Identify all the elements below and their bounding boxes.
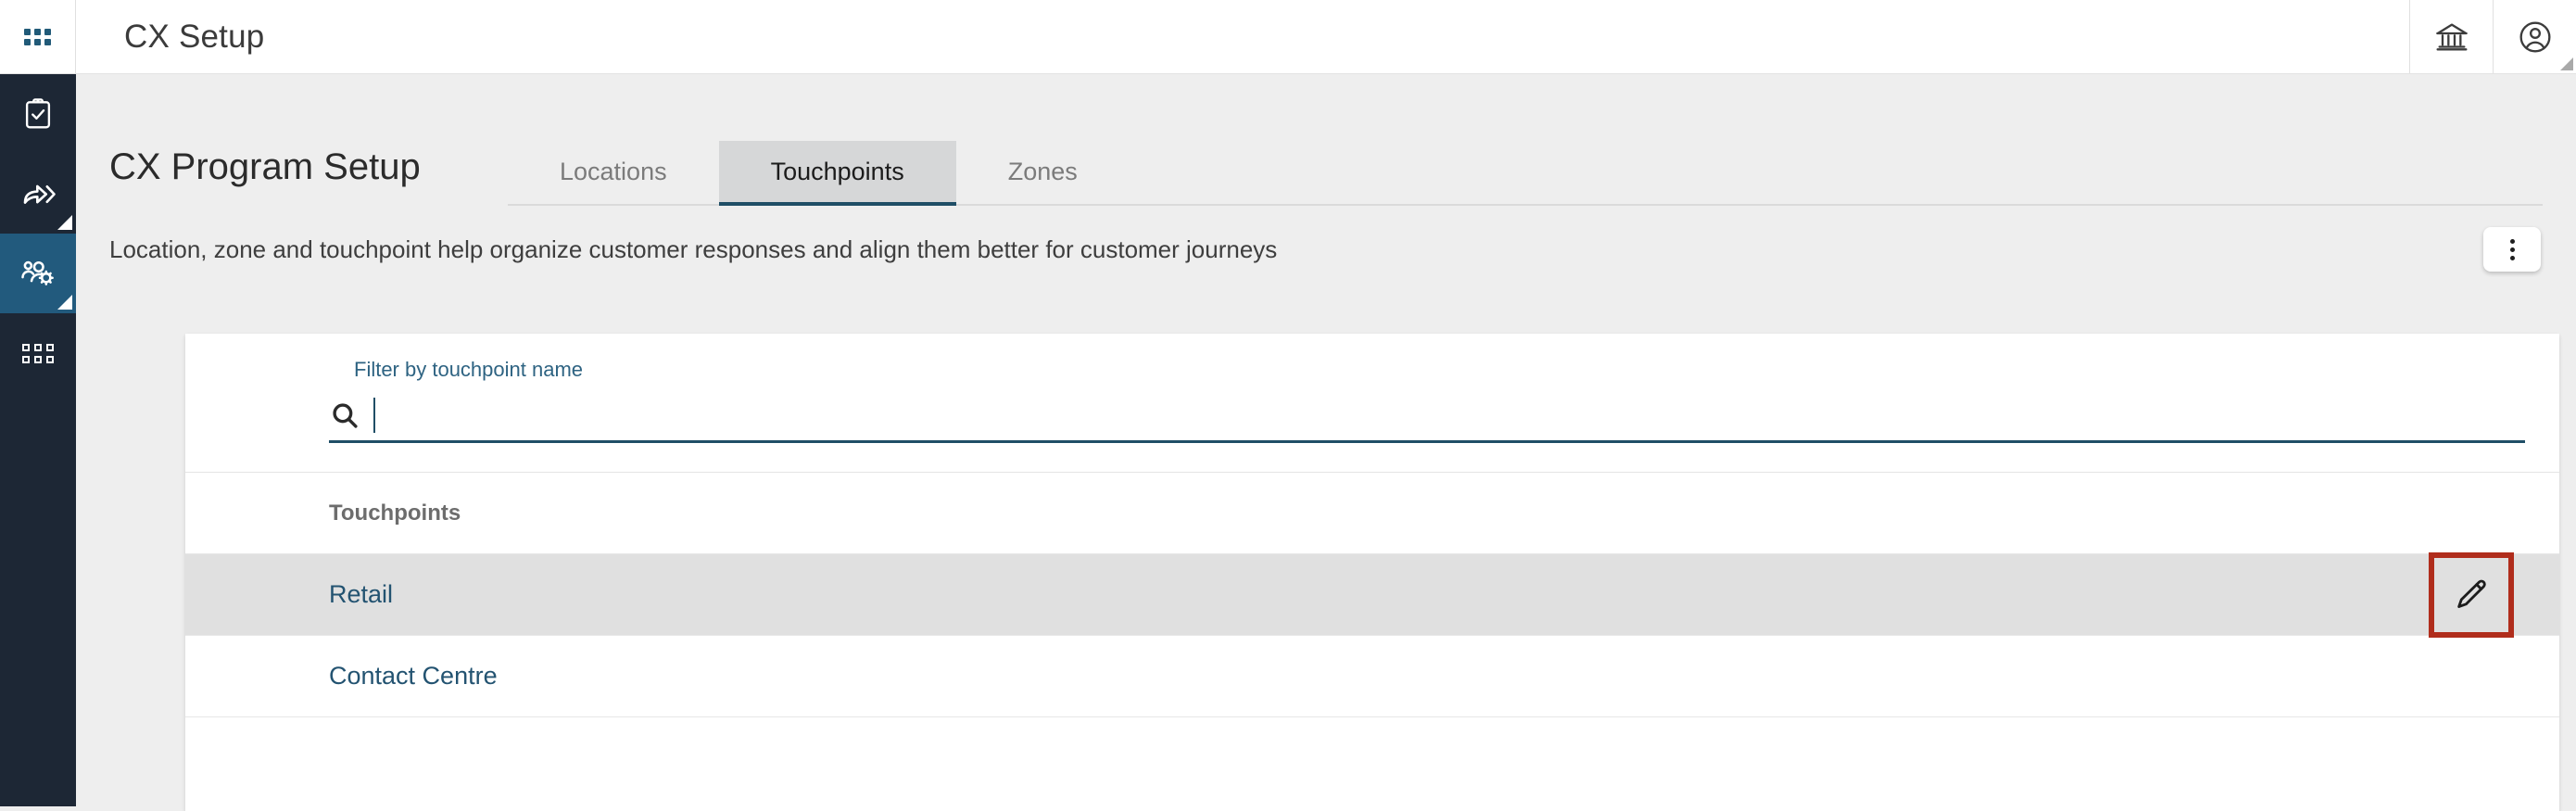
sidebar-item-surveys[interactable] <box>0 74 76 154</box>
edit-touchpoint-button[interactable] <box>2429 551 2514 638</box>
account-corner-indicator <box>2560 57 2573 70</box>
share-arrow-icon <box>23 184 56 204</box>
page-subtitle: Location, zone and touchpoint help organ… <box>109 234 1278 263</box>
filter-field-row[interactable] <box>329 389 2525 443</box>
table-row[interactable]: Contact Centre <box>185 636 2559 717</box>
cx-setup-corner-indicator <box>57 295 72 310</box>
apps-launcher-button[interactable] <box>0 0 76 73</box>
sidebar-item-dashboards[interactable] <box>0 313 76 393</box>
kebab-dot <box>2509 247 2515 252</box>
touchpoint-name: Retail <box>329 580 394 608</box>
organization-button[interactable] <box>2409 0 2493 73</box>
tab-strip: Locations Touchpoints Zones <box>508 132 2543 206</box>
page-content: CX Program Setup Locations Touchpoints Z… <box>76 74 2576 811</box>
filter-section: Filter by touchpoint name <box>185 334 2559 473</box>
app-title: CX Setup <box>124 18 265 55</box>
left-nav-rail <box>0 74 76 806</box>
distribute-corner-indicator <box>57 215 72 230</box>
account-button[interactable] <box>2493 0 2576 73</box>
user-account-icon <box>2519 21 2550 52</box>
grid-apps-icon <box>22 343 54 363</box>
top-app-bar: CX Setup <box>0 0 2576 74</box>
page-header-row: CX Program Setup Locations Touchpoints Z… <box>109 132 2543 206</box>
clipboard-check-icon <box>25 98 51 129</box>
sidebar-item-distribute[interactable] <box>0 154 76 234</box>
touchpoint-name: Contact Centre <box>329 662 498 690</box>
apps-grid-icon <box>24 28 51 45</box>
people-gear-icon <box>21 260 54 285</box>
page-subtitle-row: Location, zone and touchpoint help organ… <box>109 221 2543 278</box>
tab-zones[interactable]: Zones <box>956 141 1130 206</box>
more-options-button[interactable] <box>2483 227 2541 272</box>
touchpoints-card: Filter by touchpoint name Touchpoints Re… <box>185 334 2559 811</box>
bank-institution-icon <box>2435 23 2468 50</box>
filter-label: Filter by touchpoint name <box>354 358 584 381</box>
kebab-dot <box>2509 255 2515 260</box>
sidebar-item-cx-setup[interactable] <box>0 234 76 313</box>
tab-locations[interactable]: Locations <box>508 141 719 206</box>
table-row[interactable]: Retail <box>185 551 2559 638</box>
edit-touchpoint-button[interactable] <box>2431 637 2511 716</box>
pencil-edit-icon <box>2457 579 2486 608</box>
filter-touchpoint-input[interactable] <box>375 394 2525 436</box>
tab-touchpoints[interactable]: Touchpoints <box>718 141 956 206</box>
page-title: CX Program Setup <box>109 146 421 187</box>
search-icon <box>333 402 358 428</box>
list-header-touchpoints: Touchpoints <box>185 473 2559 554</box>
kebab-dot <box>2509 238 2515 244</box>
